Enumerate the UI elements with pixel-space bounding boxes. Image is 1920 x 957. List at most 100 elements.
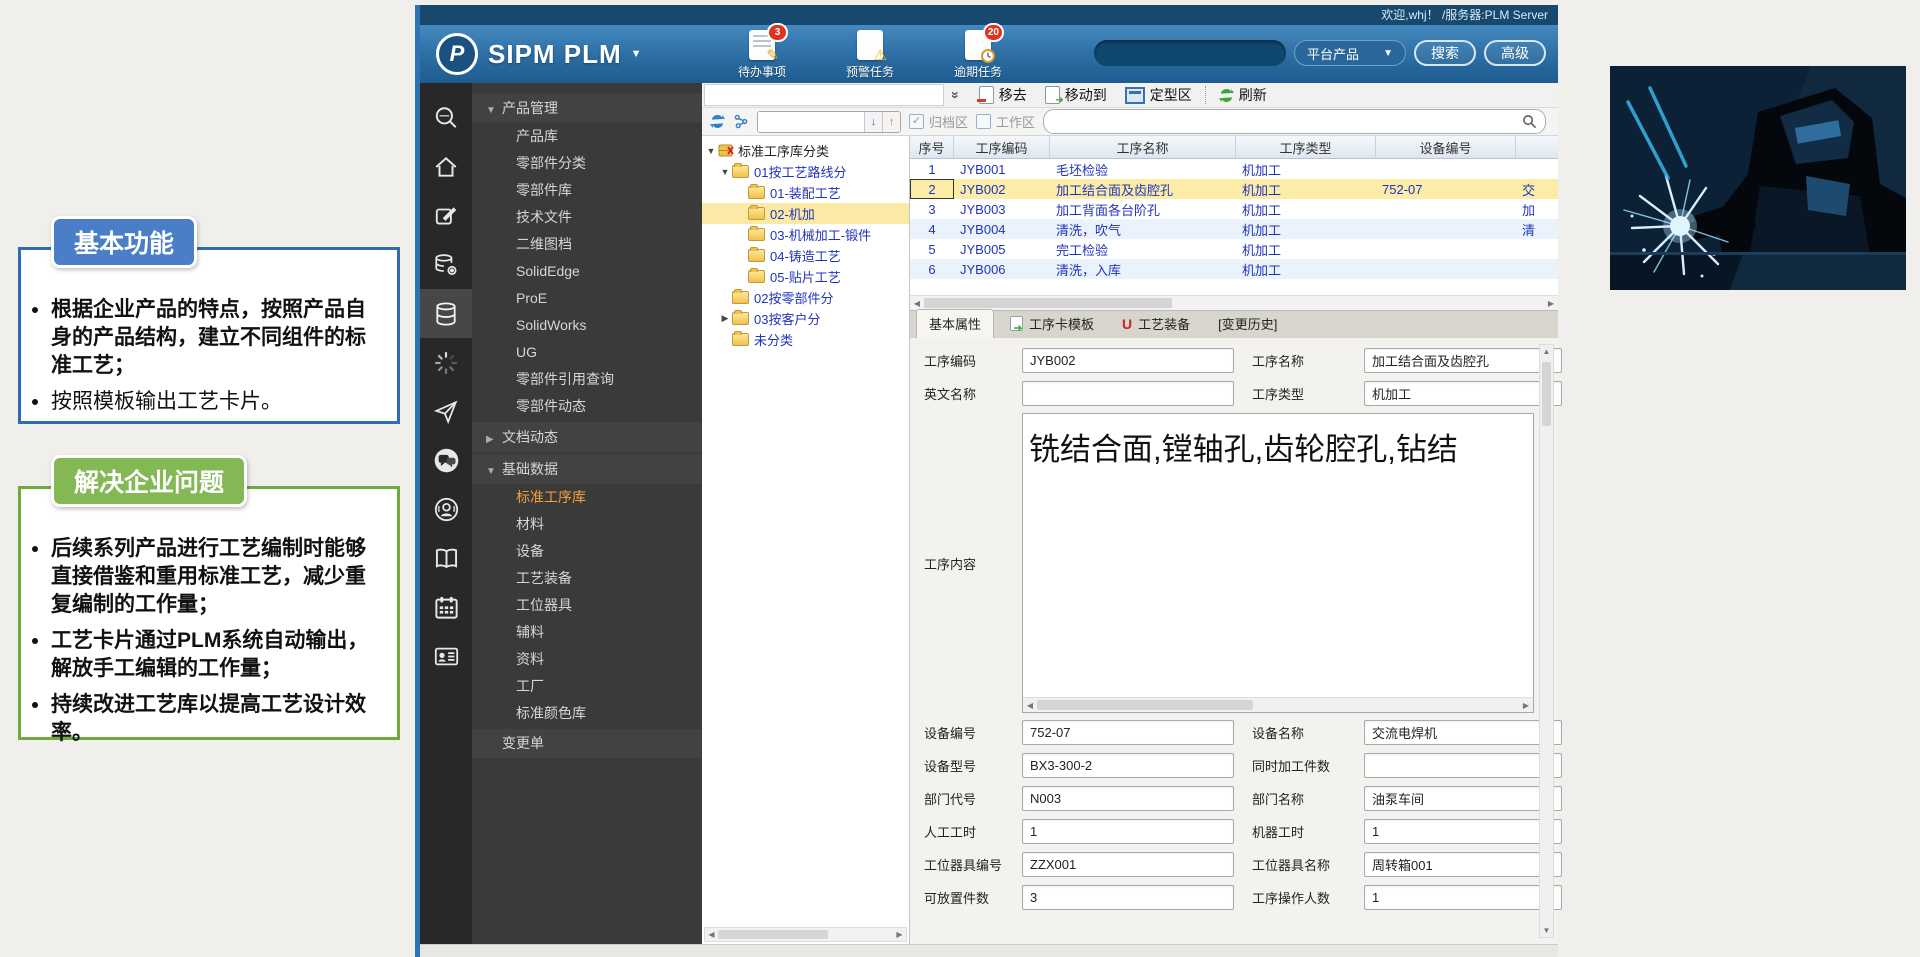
tab-process-card-template[interactable]: 工序卡模板 xyxy=(998,310,1106,338)
simul-count-field[interactable] xyxy=(1364,753,1562,778)
nav-item[interactable]: 产品库 xyxy=(472,123,702,150)
nav-item[interactable]: SolidWorks xyxy=(472,312,702,339)
dept-name-field[interactable]: 油泵车间 xyxy=(1364,786,1562,811)
tree-horizontal-scrollbar[interactable]: ◀ ▶ xyxy=(704,927,907,942)
en-name-field[interactable] xyxy=(1022,381,1234,406)
nav-item[interactable]: 标准颜色库 xyxy=(472,700,702,727)
op-type-field[interactable]: 机加工 xyxy=(1364,381,1562,406)
man-hours-field[interactable]: 1 xyxy=(1022,819,1234,844)
dept-code-field[interactable]: N003 xyxy=(1022,786,1234,811)
scroll-left-icon[interactable]: ◀ xyxy=(910,299,924,308)
fixture-name-field[interactable]: 周转箱001 xyxy=(1364,852,1562,877)
nav-item[interactable]: 材料 xyxy=(472,511,702,538)
nav-item[interactable]: 设备 xyxy=(472,538,702,565)
tree-node[interactable]: 05-贴片工艺 xyxy=(702,266,909,287)
tree-root[interactable]: ▼ 标准工序库分类 xyxy=(702,140,909,161)
table-row[interactable]: 4JYB004清洗，吹气机加工清 xyxy=(910,219,1558,239)
table-row[interactable]: 5JYB005完工检验机加工 xyxy=(910,239,1558,259)
capacity-field[interactable]: 3 xyxy=(1022,885,1234,910)
database-settings-icon[interactable] xyxy=(420,240,472,289)
column-header[interactable]: 工序类型 xyxy=(1236,136,1376,158)
device-model-field[interactable]: BX3-300-2 xyxy=(1022,753,1234,778)
column-header[interactable] xyxy=(1516,136,1558,158)
nav-item[interactable]: ProE xyxy=(472,285,702,312)
nav-section-base-data[interactable]: ▼基础数据 xyxy=(472,454,702,484)
edit-icon[interactable] xyxy=(420,191,472,240)
refresh-blue-icon[interactable] xyxy=(710,114,725,129)
tree-search-input[interactable] xyxy=(758,112,864,132)
refresh-button[interactable]: 刷新 xyxy=(1210,85,1276,105)
overdue-tasks-button[interactable]: 20 逾期任务 xyxy=(936,30,1020,80)
calendar-icon[interactable] xyxy=(420,583,472,632)
nav-item[interactable]: 工位器具 xyxy=(472,592,702,619)
scroll-right-icon[interactable]: ▶ xyxy=(893,930,906,939)
tree-node[interactable]: ▶ 03按客户分 xyxy=(702,308,909,329)
todo-tasks-button[interactable]: ✎ 3 待办事项 xyxy=(720,30,804,80)
home-icon[interactable] xyxy=(420,142,472,191)
nav-item[interactable]: 工厂 xyxy=(472,673,702,700)
scrollbar-thumb[interactable] xyxy=(718,930,828,939)
column-header[interactable]: 工序名称 xyxy=(1050,136,1236,158)
op-name-field[interactable]: 加工结合面及齿腔孔 xyxy=(1364,348,1562,373)
nav-item[interactable]: 辅料 xyxy=(472,619,702,646)
nav-item[interactable]: 零部件分类 xyxy=(472,150,702,177)
scrollbar-thumb[interactable] xyxy=(1542,362,1551,426)
tab-process-equipment[interactable]: U 工艺装备 xyxy=(1110,310,1202,338)
triangle-icon[interactable]: ▼ xyxy=(704,146,718,156)
contact-broadcast-icon[interactable] xyxy=(420,485,472,534)
book-icon[interactable] xyxy=(420,534,472,583)
operators-field[interactable]: 1 xyxy=(1364,885,1562,910)
tree-node[interactable]: 未分类 xyxy=(702,329,909,350)
nav-item[interactable]: 零部件动态 xyxy=(472,393,702,420)
content-horizontal-scrollbar[interactable]: ◀ ▶ xyxy=(1023,697,1533,712)
archive-checkbox[interactable]: ✓ xyxy=(909,114,924,129)
search-up-button[interactable]: ↑ xyxy=(882,112,900,132)
table-horizontal-scrollbar[interactable]: ◀ ▶ xyxy=(910,295,1558,310)
fixed-zone-button[interactable]: 定型区 xyxy=(1116,85,1201,105)
column-header[interactable]: 设备编号 xyxy=(1376,136,1516,158)
nav-item[interactable]: 零部件引用查询 xyxy=(472,366,702,393)
machine-hours-field[interactable]: 1 xyxy=(1364,819,1562,844)
database-icon[interactable] xyxy=(420,289,472,338)
tab-basic-properties[interactable]: 基本属性 xyxy=(916,309,994,338)
move-to-button[interactable]: 移动到 xyxy=(1036,85,1116,105)
table-row[interactable]: 3JYB003加工背面各台阶孔机加工加 xyxy=(910,199,1558,219)
warning-tasks-button[interactable]: ⚠ 预警任务 xyxy=(828,30,912,80)
column-header[interactable]: 工序编码 xyxy=(954,136,1050,158)
nav-item-standard-process-library[interactable]: 标准工序库 xyxy=(472,484,702,511)
nav-item-change-order[interactable]: 变更单 xyxy=(472,729,702,758)
table-row-selected[interactable]: 2JYB002加工结合面及齿腔孔机加工752-07交 xyxy=(910,179,1558,199)
table-row[interactable]: 1JYB001毛坯检验机加工 xyxy=(910,159,1558,179)
workspace-checkbox[interactable] xyxy=(976,114,991,129)
remove-button[interactable]: 移去 xyxy=(970,85,1036,105)
tab-change-history[interactable]: [变更历史] xyxy=(1206,310,1289,338)
scroll-down-icon[interactable]: ▼ xyxy=(1543,924,1551,937)
global-search-input[interactable] xyxy=(1094,40,1286,66)
nav-item[interactable]: 零部件库 xyxy=(472,177,702,204)
nav-item[interactable]: 工艺装备 xyxy=(472,565,702,592)
tree-node-selected[interactable]: 02-机加 xyxy=(702,203,909,224)
sipm-search-icon[interactable] xyxy=(420,93,472,142)
form-vertical-scrollbar[interactable]: ▲ ▼ xyxy=(1539,344,1554,938)
chat-icon[interactable] xyxy=(420,436,472,485)
op-code-field[interactable]: JYB002 xyxy=(1022,348,1234,373)
nav-section-document-activity[interactable]: ▶文档动态 xyxy=(472,422,702,452)
nav-item[interactable]: SolidEdge xyxy=(472,258,702,285)
tree-node[interactable]: 03-机械加工-锻件 xyxy=(702,224,909,245)
scroll-up-icon[interactable]: ▲ xyxy=(1543,345,1551,358)
search-button[interactable]: 搜索 xyxy=(1414,40,1476,66)
device-code-field[interactable]: 752-07 xyxy=(1022,720,1234,745)
scrollbar-thumb[interactable] xyxy=(924,298,1172,308)
nav-item[interactable]: 资料 xyxy=(472,646,702,673)
search-down-button[interactable]: ↓ xyxy=(864,112,882,132)
table-row[interactable]: 6JYB006清洗，入库机加工 xyxy=(910,259,1558,279)
tree-node[interactable]: ▼ 01按工艺路线分 xyxy=(702,161,909,182)
column-header[interactable]: 序号 xyxy=(910,136,954,158)
advanced-search-button[interactable]: 高级 xyxy=(1484,40,1546,66)
nav-item[interactable]: UG xyxy=(472,339,702,366)
triangle-icon[interactable]: ▼ xyxy=(718,167,732,177)
nav-item[interactable]: 技术文件 xyxy=(472,204,702,231)
nav-item[interactable]: 二维图档 xyxy=(472,231,702,258)
tree-node[interactable]: 02按零部件分 xyxy=(702,287,909,308)
send-icon[interactable] xyxy=(420,387,472,436)
